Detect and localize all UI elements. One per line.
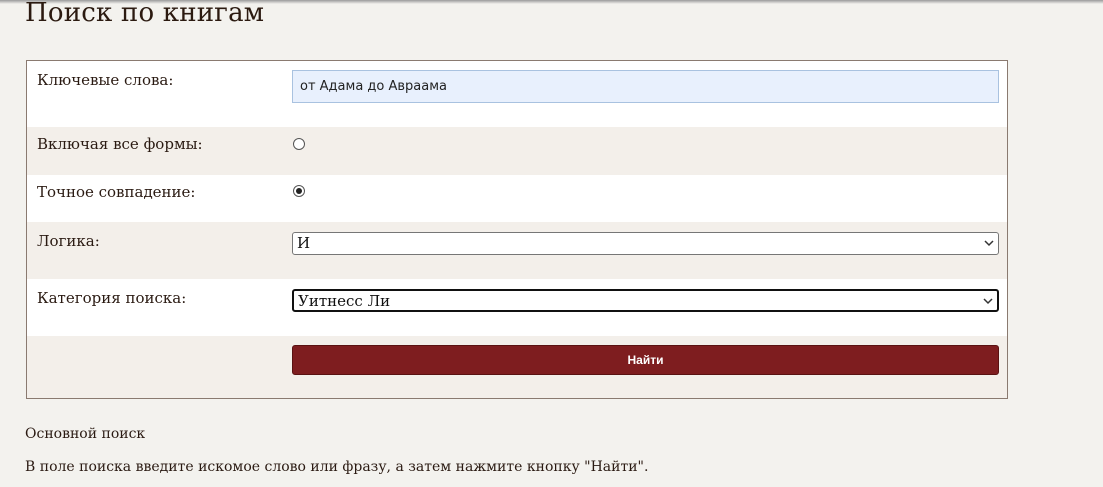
chevron-down-icon xyxy=(984,240,994,247)
chevron-down-icon xyxy=(983,298,993,305)
category-label: Категория поиска: xyxy=(37,289,187,307)
all-forms-label: Включая все формы: xyxy=(37,135,203,153)
exact-match-row: Точное совпадение: xyxy=(27,175,1007,222)
help-heading: Основной поиск xyxy=(25,426,146,442)
logic-select[interactable]: И xyxy=(292,232,999,255)
search-form: Ключевые слова: Включая все формы: Точно… xyxy=(26,60,1008,399)
submit-row: Найти xyxy=(27,336,1007,398)
page-title: Поиск по книгам xyxy=(25,0,265,28)
exact-match-label: Точное совпадение: xyxy=(37,183,196,201)
category-select[interactable]: Уитнесс Ли xyxy=(292,289,999,312)
keywords-label: Ключевые слова: xyxy=(37,71,174,89)
all-forms-row: Включая все формы: xyxy=(27,127,1007,175)
category-row: Категория поиска: Уитнесс Ли xyxy=(27,279,1007,336)
all-forms-radio[interactable] xyxy=(293,138,305,150)
help-text: В поле поиска введите искомое слово или … xyxy=(25,459,649,475)
search-button[interactable]: Найти xyxy=(292,345,999,375)
keywords-input[interactable] xyxy=(292,70,999,103)
exact-match-radio[interactable] xyxy=(293,185,305,197)
keywords-row: Ключевые слова: xyxy=(27,61,1007,127)
logic-select-value: И xyxy=(297,234,311,252)
logic-label: Логика: xyxy=(37,232,100,250)
logic-row: Логика: И xyxy=(27,222,1007,279)
category-select-value: Уитнесс Ли xyxy=(298,292,391,310)
